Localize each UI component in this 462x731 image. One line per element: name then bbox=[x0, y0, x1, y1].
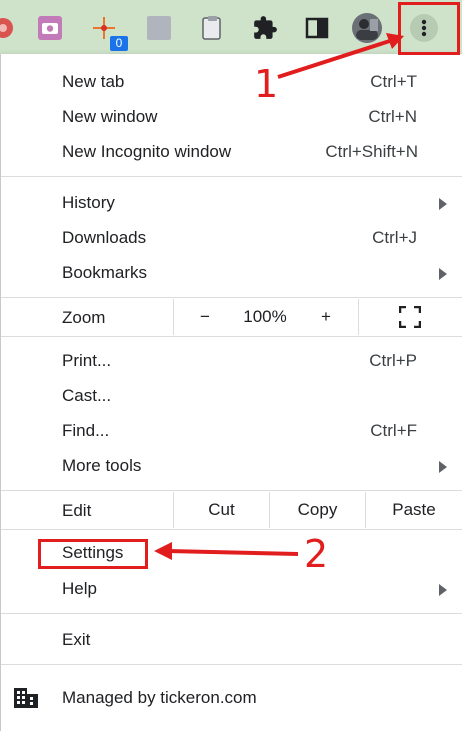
menu-item-more-tools[interactable]: More tools bbox=[1, 449, 462, 483]
annotation-number-1: 1 bbox=[254, 62, 279, 106]
managed-by-info[interactable]: Managed by tickeron.com bbox=[1, 681, 462, 715]
menu-separator bbox=[1, 336, 462, 337]
menu-separator bbox=[1, 529, 462, 530]
menu-item-help[interactable]: Help bbox=[1, 572, 462, 606]
edit-label: Edit bbox=[62, 501, 92, 520]
paste-button[interactable]: Paste bbox=[366, 500, 462, 520]
menu-item-zoom: Zoom − 100% + bbox=[1, 299, 462, 335]
downloads-shortcut: Ctrl+J bbox=[372, 228, 417, 247]
submenu-arrow-icon bbox=[439, 268, 447, 280]
menu-item-exit[interactable]: Exit bbox=[1, 623, 462, 657]
new-tab-label: New tab bbox=[62, 72, 125, 91]
menu-separator bbox=[1, 664, 462, 665]
extension-red-icon[interactable] bbox=[0, 15, 16, 41]
menu-item-bookmarks[interactable]: Bookmarks bbox=[1, 256, 462, 290]
downloads-label: Downloads bbox=[62, 228, 147, 247]
find-label: Find... bbox=[62, 421, 110, 440]
menu-item-history[interactable]: History bbox=[1, 186, 462, 220]
help-label: Help bbox=[62, 579, 97, 598]
print-label: Print... bbox=[62, 351, 112, 370]
zoom-out-button[interactable]: − bbox=[191, 307, 219, 327]
submenu-arrow-icon bbox=[439, 198, 447, 210]
chrome-main-menu: New tab Ctrl+T New window Ctrl+N New Inc… bbox=[0, 54, 462, 731]
submenu-arrow-icon bbox=[439, 461, 447, 473]
annotation-box-settings bbox=[38, 539, 148, 569]
menu-item-print[interactable]: Print... Ctrl+P bbox=[1, 344, 462, 378]
annotation-arrow-1 bbox=[277, 33, 404, 79]
zoom-divider bbox=[173, 299, 174, 335]
zoom-in-button[interactable]: + bbox=[312, 307, 340, 327]
new-window-shortcut: Ctrl+N bbox=[368, 107, 417, 126]
menu-separator bbox=[1, 490, 462, 491]
clipboard-extension-icon[interactable] bbox=[199, 15, 225, 41]
print-shortcut: Ctrl+P bbox=[369, 351, 417, 370]
zoom-divider bbox=[358, 299, 359, 335]
history-label: History bbox=[62, 193, 115, 212]
copy-button[interactable]: Copy bbox=[270, 500, 365, 520]
zoom-label: Zoom bbox=[62, 308, 106, 327]
menu-item-find[interactable]: Find... Ctrl+F bbox=[1, 414, 462, 448]
annotation-number-2: 2 bbox=[304, 532, 329, 576]
cast-label: Cast... bbox=[62, 386, 112, 405]
camera-extension-icon[interactable] bbox=[37, 15, 63, 41]
menu-item-downloads[interactable]: Downloads Ctrl+J bbox=[1, 221, 462, 255]
cut-button[interactable]: Cut bbox=[174, 500, 269, 520]
submenu-arrow-icon bbox=[439, 584, 447, 596]
zoom-level: 100% bbox=[243, 307, 287, 326]
new-incognito-shortcut: Ctrl+Shift+N bbox=[325, 142, 418, 161]
find-shortcut: Ctrl+F bbox=[370, 421, 417, 440]
menu-item-edit: Edit Cut Copy Paste bbox=[1, 492, 462, 528]
new-window-label: New window bbox=[62, 107, 158, 126]
bookmarks-label: Bookmarks bbox=[62, 263, 148, 282]
menu-item-cast[interactable]: Cast... bbox=[1, 379, 462, 413]
menu-separator bbox=[1, 613, 462, 614]
annotation-arrow-2 bbox=[154, 542, 299, 560]
new-incognito-label: New Incognito window bbox=[62, 142, 232, 161]
menu-item-new-window[interactable]: New window Ctrl+N bbox=[1, 100, 462, 134]
managed-label: Managed by tickeron.com bbox=[62, 688, 257, 707]
building-icon bbox=[13, 686, 39, 710]
menu-item-new-incognito[interactable]: New Incognito window Ctrl+Shift+N bbox=[1, 135, 462, 169]
menu-separator bbox=[1, 297, 462, 298]
extension-badge: 0 bbox=[110, 36, 128, 51]
more-tools-label: More tools bbox=[62, 456, 142, 475]
grey-square-extension-icon[interactable] bbox=[146, 15, 172, 41]
badge-count: 0 bbox=[115, 36, 123, 50]
menu-separator bbox=[1, 176, 462, 177]
fullscreen-icon[interactable] bbox=[398, 305, 422, 329]
exit-label: Exit bbox=[62, 630, 91, 649]
